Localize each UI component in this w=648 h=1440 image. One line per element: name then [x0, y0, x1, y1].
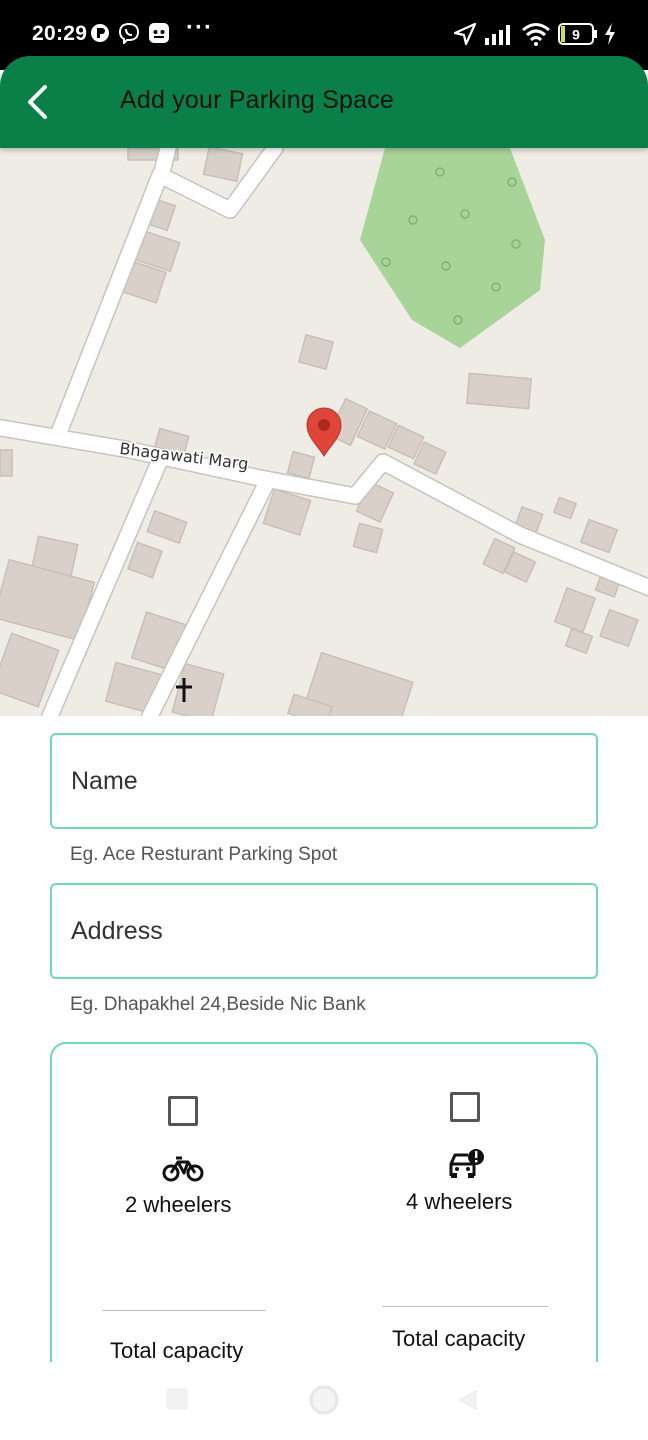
notification-icon	[148, 22, 170, 49]
four-wheelers-capacity-field[interactable]: Total capacity	[392, 1326, 525, 1352]
four-wheelers-label: 4 wheelers	[406, 1189, 513, 1214]
two-wheelers-capacity-field[interactable]: Total capacity	[110, 1338, 243, 1364]
form-sheet: Name Eg. Ace Resturant Parking Spot Addr…	[10, 732, 638, 1372]
two-wheelers-checkbox[interactable]	[168, 1096, 198, 1126]
back-button[interactable]	[18, 80, 58, 124]
chevron-left-icon	[28, 85, 47, 119]
address-field[interactable]: Address	[50, 883, 598, 979]
circle-icon	[309, 1385, 339, 1415]
app-bar: Add your Parking Space	[0, 56, 648, 148]
square-icon	[166, 1388, 188, 1410]
home-button[interactable]	[308, 1384, 340, 1421]
two-wheelers-capacity-divider	[102, 1310, 266, 1311]
back-nav-button[interactable]	[456, 1389, 478, 1416]
status-time: 20:29	[32, 22, 88, 45]
bicycle-icon	[162, 1154, 204, 1189]
name-placeholder: Name	[71, 767, 138, 795]
messenger-icon	[90, 22, 110, 49]
charging-icon	[603, 22, 617, 51]
name-helper-text: Eg. Ace Resturant Parking Spot	[70, 844, 338, 865]
page-title: Add your Parking Space	[120, 86, 395, 114]
system-nav-bar	[0, 1362, 648, 1440]
four-wheelers-checkbox[interactable]	[450, 1092, 480, 1122]
four-wheelers-capacity-divider	[382, 1306, 548, 1307]
map-view[interactable]: Bhagawati Marg	[0, 148, 648, 716]
vehicle-type-card: 2 wheelers Total capacity 4 wheelers Tot…	[50, 1042, 598, 1372]
address-helper-text: Eg. Dhapakhel 24,Beside Nic Bank	[70, 994, 366, 1015]
location-arrow-icon	[453, 22, 477, 51]
wifi-icon	[521, 22, 551, 51]
viber-icon	[118, 22, 140, 49]
signal-icon	[484, 22, 514, 51]
triangle-back-icon	[457, 1390, 477, 1410]
address-placeholder: Address	[71, 917, 163, 945]
recent-apps-button[interactable]	[166, 1388, 188, 1415]
name-field[interactable]: Name	[50, 733, 598, 829]
more-dots-icon: ···	[186, 14, 213, 41]
two-wheelers-label: 2 wheelers	[125, 1192, 232, 1217]
battery-level: 9	[572, 27, 580, 43]
battery-icon: 9	[558, 22, 600, 51]
car-alert-icon	[448, 1148, 486, 1185]
